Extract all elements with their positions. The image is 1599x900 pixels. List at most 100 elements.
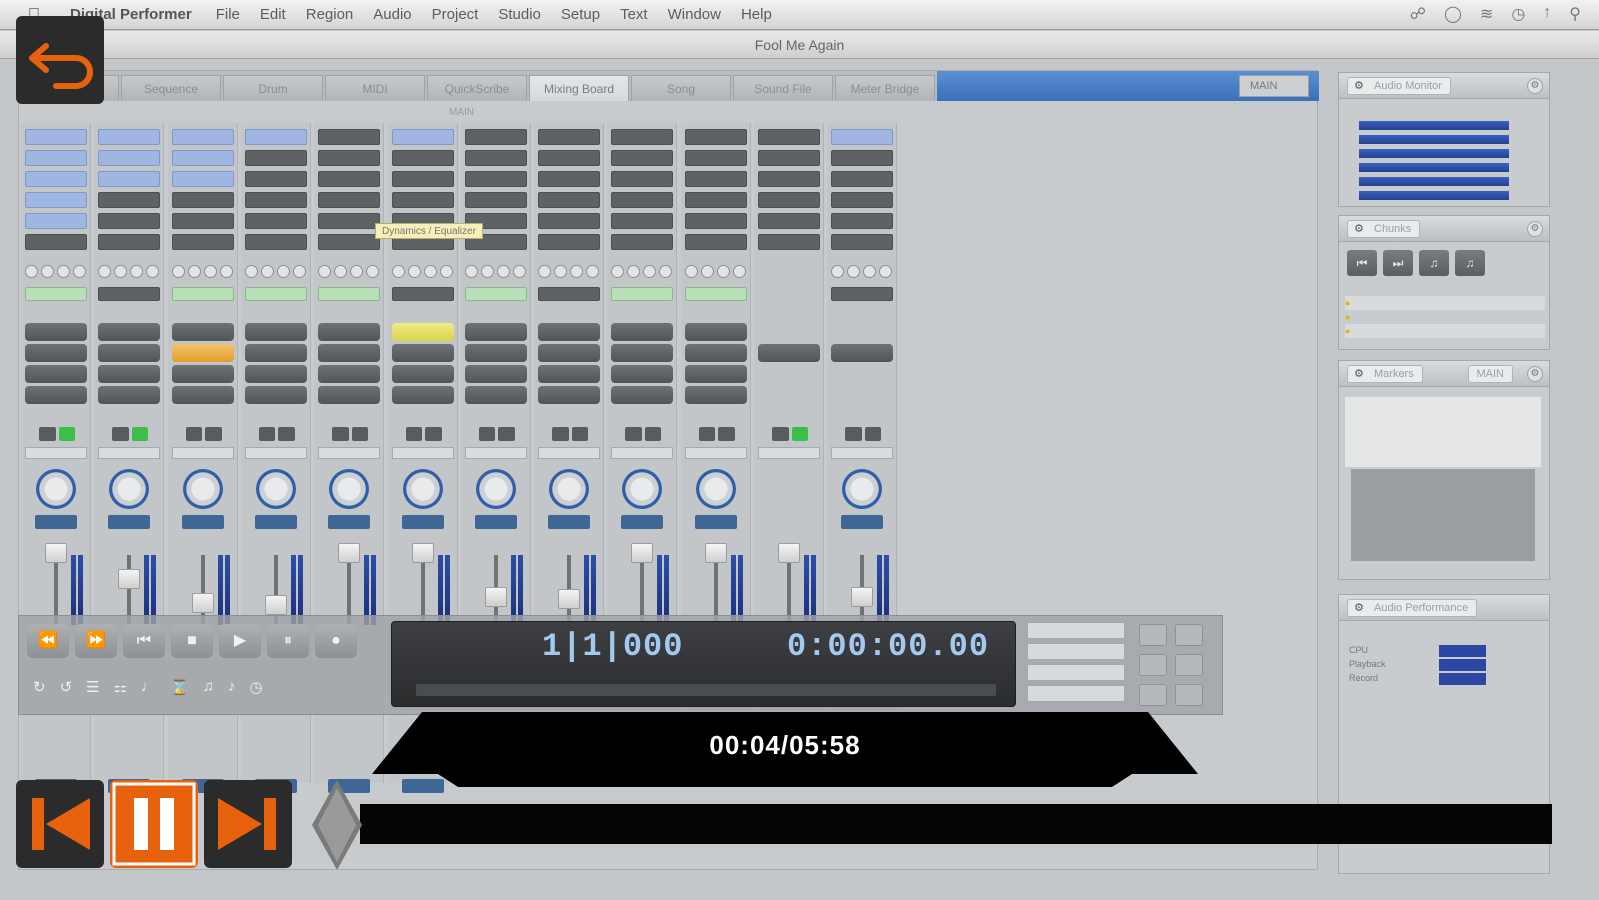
pan-knob[interactable] <box>109 469 150 509</box>
insert-slot[interactable] <box>171 129 234 145</box>
send-destination[interactable] <box>611 287 674 301</box>
automation-mode-menu[interactable] <box>684 447 747 459</box>
pan-value[interactable] <box>328 515 371 529</box>
insert-slot[interactable] <box>391 129 454 145</box>
mute-button[interactable] <box>758 344 820 362</box>
insert-slot[interactable] <box>611 129 674 145</box>
send-knob[interactable] <box>684 265 698 278</box>
send-destination[interactable] <box>464 287 527 301</box>
rec-button[interactable] <box>98 365 161 383</box>
send-knob[interactable] <box>512 265 526 278</box>
insert-slot[interactable] <box>684 192 747 208</box>
insert-slot[interactable] <box>611 234 674 250</box>
send-knob[interactable] <box>464 265 478 278</box>
mute-button[interactable] <box>391 344 454 362</box>
insert-slot[interactable] <box>318 171 381 187</box>
click-icon[interactable]: ♫ <box>203 678 214 696</box>
list-item[interactable]: ● <box>1345 324 1545 338</box>
pan-value[interactable] <box>181 515 224 529</box>
solo-button[interactable] <box>244 323 307 341</box>
input-button[interactable] <box>25 386 87 404</box>
insert-slot[interactable] <box>98 150 161 166</box>
automation-play-toggle[interactable] <box>698 427 716 441</box>
insert-slot[interactable] <box>831 150 894 166</box>
solo-button[interactable] <box>538 323 601 341</box>
transport-toggle[interactable] <box>1175 684 1203 706</box>
rec-button[interactable] <box>391 365 454 383</box>
automation-play-toggle[interactable] <box>478 427 496 441</box>
automation-record-toggle[interactable] <box>644 427 662 441</box>
menu-file[interactable]: File <box>216 6 240 23</box>
send-knob[interactable] <box>879 265 893 278</box>
insert-slot[interactable] <box>244 129 307 145</box>
sync-icon[interactable]: ◯ <box>1444 4 1462 24</box>
tab-quickscribe[interactable]: QuickScribe <box>427 75 527 101</box>
volume-fader[interactable] <box>704 543 727 563</box>
volume-value[interactable] <box>401 779 444 793</box>
automation-play-toggle[interactable] <box>258 427 276 441</box>
insert-slot[interactable] <box>611 213 674 229</box>
pan-knob[interactable] <box>695 469 736 509</box>
pan-knob[interactable] <box>36 469 76 509</box>
clock-source-menu[interactable] <box>1027 622 1125 639</box>
send-destination[interactable] <box>318 287 381 301</box>
tab-midi[interactable]: MIDI <box>325 75 425 101</box>
menu-setup[interactable]: Setup <box>561 6 600 23</box>
solo-button[interactable] <box>464 323 527 341</box>
insert-slot[interactable] <box>244 213 307 229</box>
insert-slot[interactable] <box>171 171 234 187</box>
insert-slot[interactable] <box>25 150 87 166</box>
insert-slot[interactable] <box>831 213 894 229</box>
markers-title[interactable]: Markers <box>1347 365 1423 383</box>
automation-mode-menu[interactable] <box>98 447 161 459</box>
automation-mode-menu[interactable] <box>25 447 87 459</box>
mute-button[interactable] <box>684 344 747 362</box>
automation-play-toggle[interactable] <box>845 427 862 441</box>
insert-slot[interactable] <box>611 192 674 208</box>
insert-slot[interactable] <box>538 171 601 187</box>
send-knob[interactable] <box>611 265 625 278</box>
send-knob[interactable] <box>407 265 421 278</box>
send-knob[interactable] <box>260 265 274 278</box>
punch-icon[interactable]: ⚏ <box>114 678 127 696</box>
send-knob[interactable] <box>98 265 112 278</box>
insert-slot[interactable] <box>464 192 527 208</box>
send-knob[interactable] <box>187 265 201 278</box>
send-destination[interactable] <box>831 287 894 301</box>
input-button[interactable] <box>464 386 527 404</box>
insert-slot[interactable] <box>831 234 894 250</box>
insert-slot[interactable] <box>538 234 601 250</box>
mute-button[interactable] <box>464 344 527 362</box>
insert-slot[interactable] <box>391 171 454 187</box>
automation-mode-menu[interactable] <box>538 447 601 459</box>
memory-cycle-icon[interactable]: ↻ <box>33 678 46 696</box>
pan-value[interactable] <box>841 515 884 529</box>
audio-monitor-title[interactable]: Audio Monitor <box>1347 77 1451 95</box>
transport-toggle[interactable] <box>1139 684 1167 706</box>
insert-slot[interactable] <box>831 129 894 145</box>
insert-slot[interactable] <box>98 213 161 229</box>
automation-mode-menu[interactable] <box>831 447 894 459</box>
format-menu[interactable] <box>1027 664 1125 681</box>
mute-button[interactable] <box>244 344 307 362</box>
insert-slot[interactable] <box>25 234 87 250</box>
volume-fader[interactable] <box>558 589 581 609</box>
seek-handle[interactable] <box>312 780 362 870</box>
tab-drum[interactable]: Drum <box>223 75 323 101</box>
rec-button[interactable] <box>684 365 747 383</box>
volume-fader[interactable] <box>778 543 800 563</box>
menu-edit[interactable]: Edit <box>260 6 286 23</box>
insert-slot[interactable] <box>758 213 820 229</box>
insert-slot[interactable] <box>244 150 307 166</box>
volume-fader[interactable] <box>191 593 214 613</box>
send-knob[interactable] <box>244 265 258 278</box>
automation-record-toggle[interactable] <box>131 427 149 441</box>
mute-button[interactable] <box>538 344 601 362</box>
rec-button[interactable] <box>318 365 381 383</box>
transport-toggle[interactable] <box>1139 654 1167 676</box>
pan-knob[interactable] <box>255 469 296 509</box>
pan-value[interactable] <box>108 515 151 529</box>
insert-slot[interactable] <box>98 192 161 208</box>
insert-slot[interactable] <box>318 192 381 208</box>
automation-record-toggle[interactable] <box>498 427 515 441</box>
